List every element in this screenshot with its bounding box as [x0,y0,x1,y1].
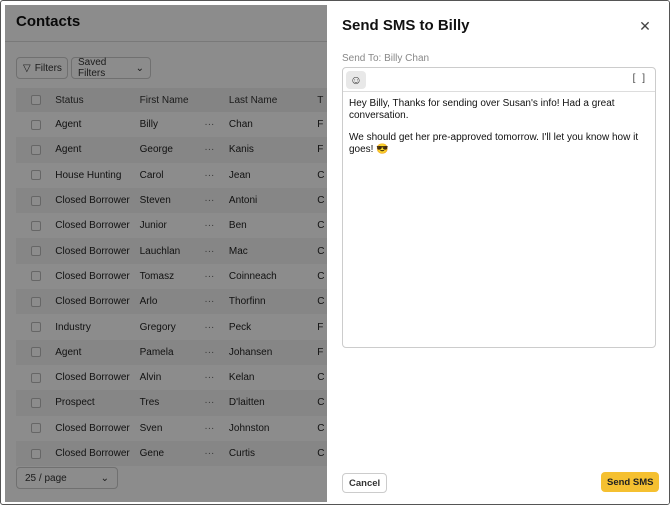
message-composer[interactable]: ☺ [ ] Hey Billy, Thanks for sending over… [342,67,656,348]
message-textarea[interactable]: Hey Billy, Thanks for sending over Susan… [343,92,655,172]
drawer-title: Send SMS to Billy [342,17,470,34]
modal-backdrop[interactable] [5,5,327,502]
app-frame: Contacts ▽ Filters Saved Filters ⌄ Statu… [0,0,670,505]
send-sms-drawer: Send SMS to Billy ✕ Send To: Billy Chan … [327,1,669,504]
message-paragraph: We should get her pre-approved tomorrow.… [349,132,639,155]
send-to-label: Send To: Billy Chan [342,53,430,64]
composer-toolbar: ☺ [ ] [343,68,655,92]
send-sms-button[interactable]: Send SMS [601,472,660,492]
emoji-icon[interactable]: ☺ [346,71,366,89]
message-paragraph: Hey Billy, Thanks for sending over Susan… [349,98,615,121]
expand-icon[interactable]: [ ] [633,73,647,84]
cancel-button[interactable]: Cancel [342,473,388,493]
close-icon[interactable]: ✕ [637,18,653,34]
